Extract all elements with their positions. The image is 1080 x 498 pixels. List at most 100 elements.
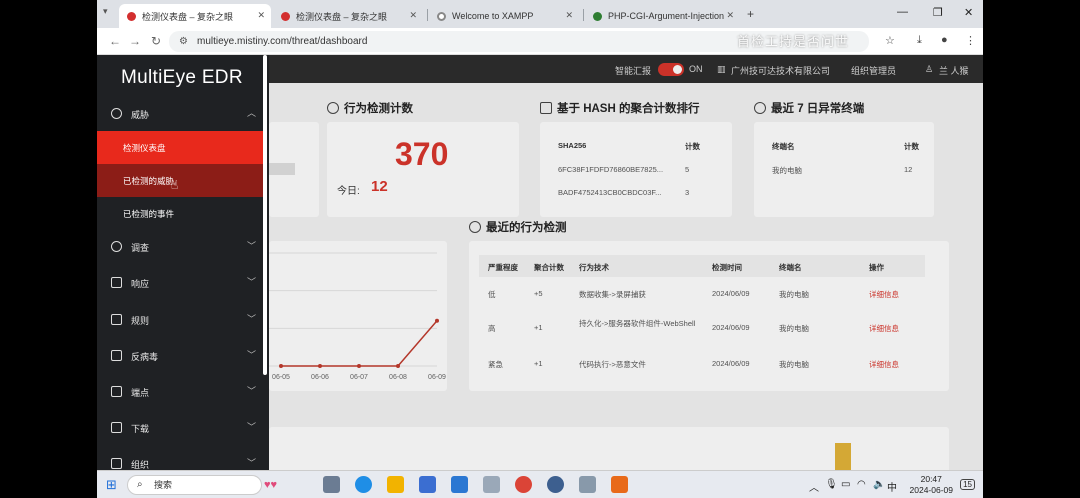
close-tab-icon[interactable]: ✕: [409, 10, 417, 21]
store-icon[interactable]: [419, 476, 436, 493]
tab-search-icon[interactable]: ▾: [103, 6, 108, 17]
today-label: 今日:: [337, 186, 360, 197]
minimize-button[interactable]: —: [897, 6, 908, 18]
close-tab-icon[interactable]: ✕: [257, 10, 265, 21]
company-name[interactable]: 广州技可达技术有限公司: [731, 64, 830, 77]
tab-2[interactable]: 检测仪表盘 – 复杂之眼 ✕: [273, 4, 423, 28]
row-technique: 持久化->服务器软件组件-WebShell: [579, 319, 696, 328]
bottom-chart-card: [269, 427, 949, 470]
sidebar-item-investigate[interactable]: 调查 ﹀: [97, 230, 263, 264]
wifi-icon[interactable]: ◠: [857, 479, 866, 490]
mic-icon[interactable]: 🎙: [825, 479, 838, 490]
chevron-down-icon: ﹀: [247, 422, 257, 432]
sidebar-subitem-label: 已检测的威胁: [123, 176, 175, 186]
profile-icon[interactable]: ●: [941, 34, 948, 46]
close-tab-icon[interactable]: ✕: [726, 10, 734, 21]
sidebar-item-label: 响应: [131, 279, 150, 289]
wechat-favicon-icon: [593, 11, 602, 21]
sidebar-subitem-label: 已检测的事件: [123, 209, 175, 219]
chevron-down-icon: ﹀: [247, 458, 257, 468]
mail-icon[interactable]: [451, 476, 468, 493]
tab-1[interactable]: 检测仪表盘 – 复杂之眼 ✕: [119, 4, 271, 28]
mouse-cursor-icon: ☝: [171, 178, 179, 192]
sidebar-item-threat[interactable]: 威胁 ︿: [97, 97, 263, 131]
sidebar-item-label: 端点: [131, 388, 150, 398]
hash-row-count: 5: [685, 165, 690, 174]
col-time: 检测时间: [712, 263, 742, 272]
row-count: +1: [534, 359, 543, 368]
app-icon[interactable]: [547, 476, 564, 493]
bookmark-star-icon[interactable]: ☆: [885, 34, 895, 47]
xampp-icon[interactable]: [611, 476, 628, 493]
sidebar-subitem-detected-events[interactable]: 已检测的事件: [97, 197, 263, 230]
edge-icon[interactable]: [355, 476, 372, 493]
new-tab-button[interactable]: +: [747, 7, 754, 21]
sidebar-subitem-detected-threats[interactable]: 已检测的威胁 ☝: [97, 164, 263, 197]
row-detail-link[interactable]: 详细信息: [869, 359, 899, 370]
sidebar-item-response[interactable]: 响应 ﹀: [97, 266, 263, 300]
network-icon[interactable]: ▭: [841, 479, 850, 490]
hash-row-sha[interactable]: BADF4752413CB0CBDC03F...: [558, 188, 661, 197]
file-explorer-icon[interactable]: [387, 476, 404, 493]
site-favicon-icon: [281, 11, 290, 21]
app-icon[interactable]: [579, 476, 596, 493]
behavior-total: 370: [395, 136, 449, 172]
endpoint-row-name[interactable]: 我的电脑: [772, 165, 802, 176]
taskbar-search-label: 搜索: [154, 480, 173, 490]
close-window-button[interactable]: ✕: [964, 6, 973, 19]
chart-point[interactable]: [357, 364, 361, 368]
smart-report-label: 智能汇报: [615, 66, 652, 76]
behavior-count-title-text: 行为检测计数: [344, 103, 413, 115]
chart-point[interactable]: [396, 364, 400, 368]
hash-row-sha[interactable]: 6FC38F1FDFD76860BE7825...: [558, 165, 663, 174]
chart-x-tick-label: 06-06: [311, 374, 329, 381]
chrome-icon[interactable]: [515, 476, 532, 493]
sidebar-item-rules[interactable]: 规则 ﹀: [97, 303, 263, 337]
tab-4[interactable]: PHP-CGI-Argument-Injection ✕: [585, 4, 740, 28]
today-count: 12: [371, 178, 388, 195]
download-icon[interactable]: ⤓: [917, 34, 922, 47]
xampp-favicon-icon: [437, 11, 446, 21]
chart-point[interactable]: [435, 318, 439, 323]
threat-overview-card: [269, 122, 319, 217]
ime-indicator[interactable]: 中: [887, 479, 897, 494]
row-detail-link[interactable]: 详细信息: [869, 289, 899, 300]
search-icon: [469, 221, 481, 233]
chart-point[interactable]: [318, 364, 322, 368]
org-admin-label[interactable]: 组织管理员: [851, 64, 896, 77]
sidebar-subitem-dashboard[interactable]: 检测仪表盘: [97, 131, 263, 164]
site-info-icon[interactable]: ⚙: [179, 31, 188, 52]
row-detail-link[interactable]: 详细信息: [869, 323, 899, 334]
back-icon[interactable]: ←: [109, 34, 121, 48]
volume-icon[interactable]: 🔈: [873, 479, 885, 490]
photos-icon[interactable]: [483, 476, 500, 493]
tab-3[interactable]: Welcome to XAMPP ✕: [429, 4, 579, 28]
address-bar: ← → ↻ ⚙ multieye.mistiny.com/threat/dash…: [97, 28, 983, 55]
sidebar-scrollbar[interactable]: [263, 55, 267, 375]
sidebar-item-antivirus[interactable]: 反病毒 ﹀: [97, 339, 263, 373]
sidebar-item-label: 威胁: [131, 110, 150, 120]
chart-point[interactable]: [279, 364, 283, 368]
forward-icon[interactable]: →: [129, 34, 141, 48]
windows-start-icon[interactable]: ⊞: [106, 477, 117, 493]
notification-badge[interactable]: 15: [960, 479, 975, 490]
col-technique: 行为技术: [579, 263, 609, 272]
close-tab-icon[interactable]: ✕: [565, 10, 573, 21]
abnormal-endpoints-title-text: 最近 7 日异常终端: [771, 103, 865, 115]
taskbar-search[interactable]: ⌕ 搜索 ♥♥: [127, 475, 277, 495]
sidebar-item-endpoint[interactable]: 端点 ﹀: [97, 375, 263, 409]
user-name[interactable]: 兰 人猴: [939, 64, 969, 77]
sidebar-item-download[interactable]: 下载 ﹀: [97, 411, 263, 445]
maximize-button[interactable]: ❐: [933, 6, 943, 19]
brand-logo: MultiEye EDR: [121, 67, 243, 88]
search-icon: [111, 241, 122, 252]
task-view-icon[interactable]: [323, 476, 340, 493]
chevron-down-icon: ﹀: [247, 314, 257, 324]
chart-x-tick-label: 06-08: [389, 374, 407, 381]
tray-chevron-icon[interactable]: ︿: [809, 479, 819, 494]
smart-report-toggle[interactable]: [658, 63, 684, 76]
reload-icon[interactable]: ↻: [151, 34, 161, 48]
menu-kebab-icon[interactable]: ⋮: [965, 34, 976, 47]
taskbar-clock[interactable]: 20:47 2024-06-09: [910, 474, 953, 496]
download-icon: [111, 422, 122, 433]
